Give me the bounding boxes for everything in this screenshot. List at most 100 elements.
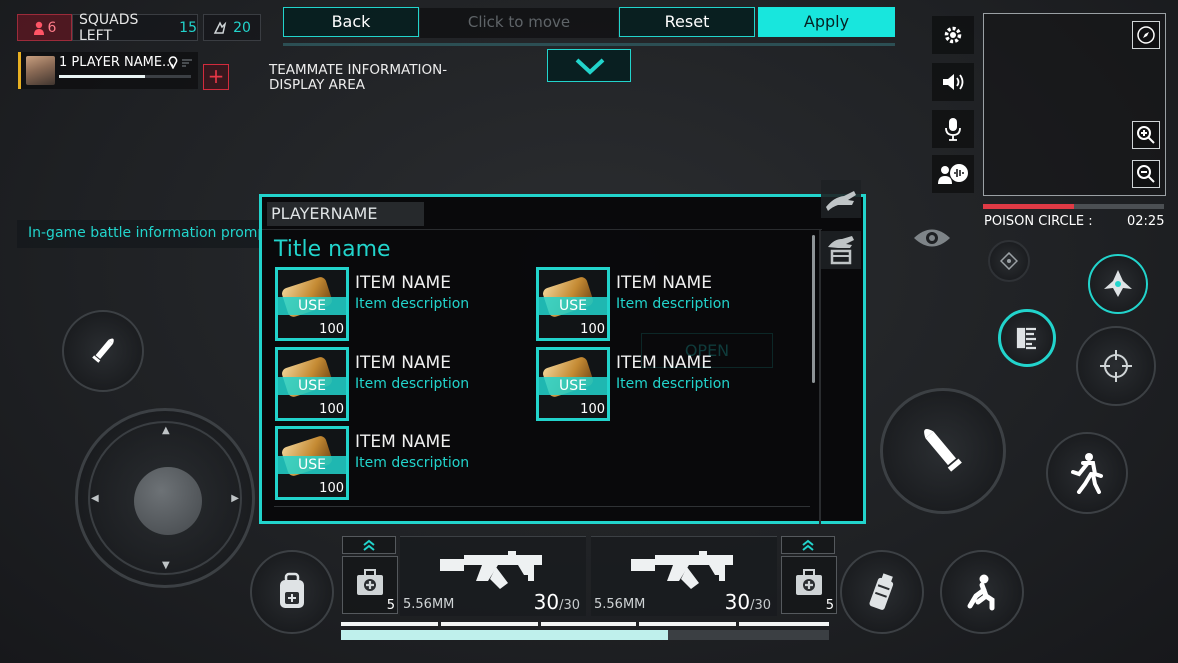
backpack-item[interactable]: USE 100 ITEM NAME Item description: [275, 426, 523, 500]
player-health-bar: [341, 630, 829, 640]
joystick-down-arrow: ▼: [162, 560, 170, 571]
marker-button[interactable]: [988, 240, 1030, 282]
ammo-item-icon: USE 100: [275, 426, 349, 500]
medkit-request-button[interactable]: +: [203, 64, 229, 90]
movement-joystick[interactable]: ▲ ▼ ◀ ▶: [75, 408, 255, 588]
backpack-item[interactable]: USE 100 ITEM NAME Item description: [275, 347, 523, 421]
use-button[interactable]: USE: [278, 297, 346, 315]
panel-scrollbar[interactable]: [812, 235, 815, 383]
speaker-button[interactable]: [932, 63, 974, 101]
primary-weapon-slot[interactable]: 5.56MM 30/30: [400, 536, 586, 616]
teammate-area-line1: TEAMMATE INFORMATION-: [269, 62, 448, 78]
primary-ammo-max: /30: [559, 598, 580, 613]
collapse-button[interactable]: [547, 49, 631, 82]
teammate-health-bar: [59, 75, 191, 78]
tab-pickup-all[interactable]: [821, 180, 861, 218]
battle-info-prompt: In-game battle information prompt: [17, 220, 260, 248]
edit-bar-divider: [283, 43, 895, 46]
joystick-thumb[interactable]: [134, 467, 202, 535]
zoom-in-icon: [1137, 126, 1155, 144]
ability-button[interactable]: [998, 309, 1056, 367]
back-button[interactable]: Back: [283, 7, 419, 37]
backpack-item[interactable]: USE 100 ITEM NAME Item description: [536, 267, 784, 341]
item-description: Item description: [355, 376, 470, 392]
compass-button[interactable]: [1132, 21, 1160, 49]
use-button[interactable]: USE: [278, 377, 346, 395]
jet-skill-button[interactable]: [1088, 254, 1148, 314]
primary-ammo: 30/30: [534, 590, 580, 614]
left-heal-slot[interactable]: 5: [342, 556, 398, 614]
fire-button-right[interactable]: [880, 388, 1006, 514]
left-heal-expand-button[interactable]: [342, 536, 396, 554]
minimap[interactable]: [983, 13, 1166, 196]
hand-icon: [826, 191, 856, 211]
poison-circle-timer: 02:25: [1127, 214, 1165, 229]
poison-progress-bar: [983, 204, 1164, 209]
voice-chat-icon: [938, 164, 968, 184]
aim-scope-button[interactable]: [1076, 326, 1156, 406]
double-chevron-up-icon: [802, 539, 814, 551]
right-heal-slot[interactable]: 5: [781, 556, 837, 614]
location-pin-icon: [168, 56, 178, 69]
item-quantity: 100: [319, 322, 344, 337]
item-name: ITEM NAME: [355, 353, 451, 373]
panel-bottom-line: [274, 506, 810, 507]
ammo-item-icon: USE 100: [536, 347, 610, 421]
peek-eye-button[interactable]: [912, 218, 952, 258]
joystick-right-arrow: ▶: [231, 493, 239, 504]
use-button[interactable]: USE: [278, 456, 346, 474]
teammate-area-line2: DISPLAY AREA: [269, 77, 366, 93]
click-to-move-hint: Click to move: [420, 8, 618, 38]
right-heal-expand-button[interactable]: [781, 536, 835, 554]
teammate-name: 1 PLAYER NAME...: [59, 55, 175, 70]
signal-icon: [181, 58, 193, 68]
ammo-item-icon: USE 100: [536, 267, 610, 341]
use-button[interactable]: USE: [539, 377, 607, 395]
poison-circle-label: POISON CIRCLE :: [984, 214, 1093, 229]
double-chevron-up-icon: [363, 539, 375, 551]
fire-button-left[interactable]: [62, 310, 144, 392]
settings-button[interactable]: [932, 16, 974, 54]
item-quantity: 100: [580, 322, 605, 337]
backpack-item[interactable]: USE 100 ITEM NAME Item description: [275, 267, 523, 341]
microphone-button[interactable]: [932, 110, 974, 148]
voice-chat-button[interactable]: [932, 155, 974, 193]
assault-rifle-icon: [440, 551, 542, 589]
zoom-in-button[interactable]: [1132, 121, 1160, 149]
grenade-button[interactable]: [840, 550, 924, 634]
item-description: Item description: [616, 376, 731, 392]
panel-title: Title name: [274, 237, 391, 262]
apply-button[interactable]: Apply: [758, 7, 895, 37]
item-description: Item description: [616, 296, 731, 312]
primary-ammo-current: 30: [533, 590, 560, 614]
avatar: [26, 56, 55, 85]
armor-segment: [639, 622, 736, 626]
diamond-icon: [1000, 252, 1018, 270]
tab-pickup-box[interactable]: [821, 231, 861, 269]
use-button[interactable]: USE: [539, 297, 607, 315]
crouch-button[interactable]: [940, 550, 1024, 634]
microphone-icon: [945, 118, 961, 141]
secondary-ammo: 30/30: [725, 590, 771, 614]
hand-box-icon: [828, 236, 854, 265]
grenade-icon: [869, 573, 894, 610]
left-heal-count: 5: [386, 598, 395, 613]
teammate-info-area: TEAMMATE INFORMATION- DISPLAY AREA: [269, 63, 447, 93]
compass-icon: [1137, 26, 1155, 44]
backpack-panel: PLAYERNAME Title name USE 100 ITEM NAME Ite…: [259, 194, 866, 524]
item-quantity: 100: [319, 481, 344, 496]
backpack-button[interactable]: [250, 550, 334, 634]
secondary-weapon-slot[interactable]: 5.56MM 30/30: [591, 536, 777, 616]
open-button-ghost[interactable]: OPEN: [641, 333, 773, 368]
teammate-row[interactable]: 1 PLAYER NAME...: [18, 52, 198, 89]
chevron-down-icon: [575, 58, 605, 75]
jump-button[interactable]: [1046, 432, 1128, 514]
players-left-count: 6: [47, 19, 57, 36]
item-name: ITEM NAME: [616, 273, 712, 293]
zoom-out-button[interactable]: [1132, 160, 1160, 188]
reset-button[interactable]: Reset: [619, 7, 755, 37]
panel-side-separator: [819, 229, 821, 524]
squads-left-count: 15: [179, 19, 197, 36]
item-name: ITEM NAME: [355, 273, 451, 293]
panel-divider: [262, 229, 822, 230]
